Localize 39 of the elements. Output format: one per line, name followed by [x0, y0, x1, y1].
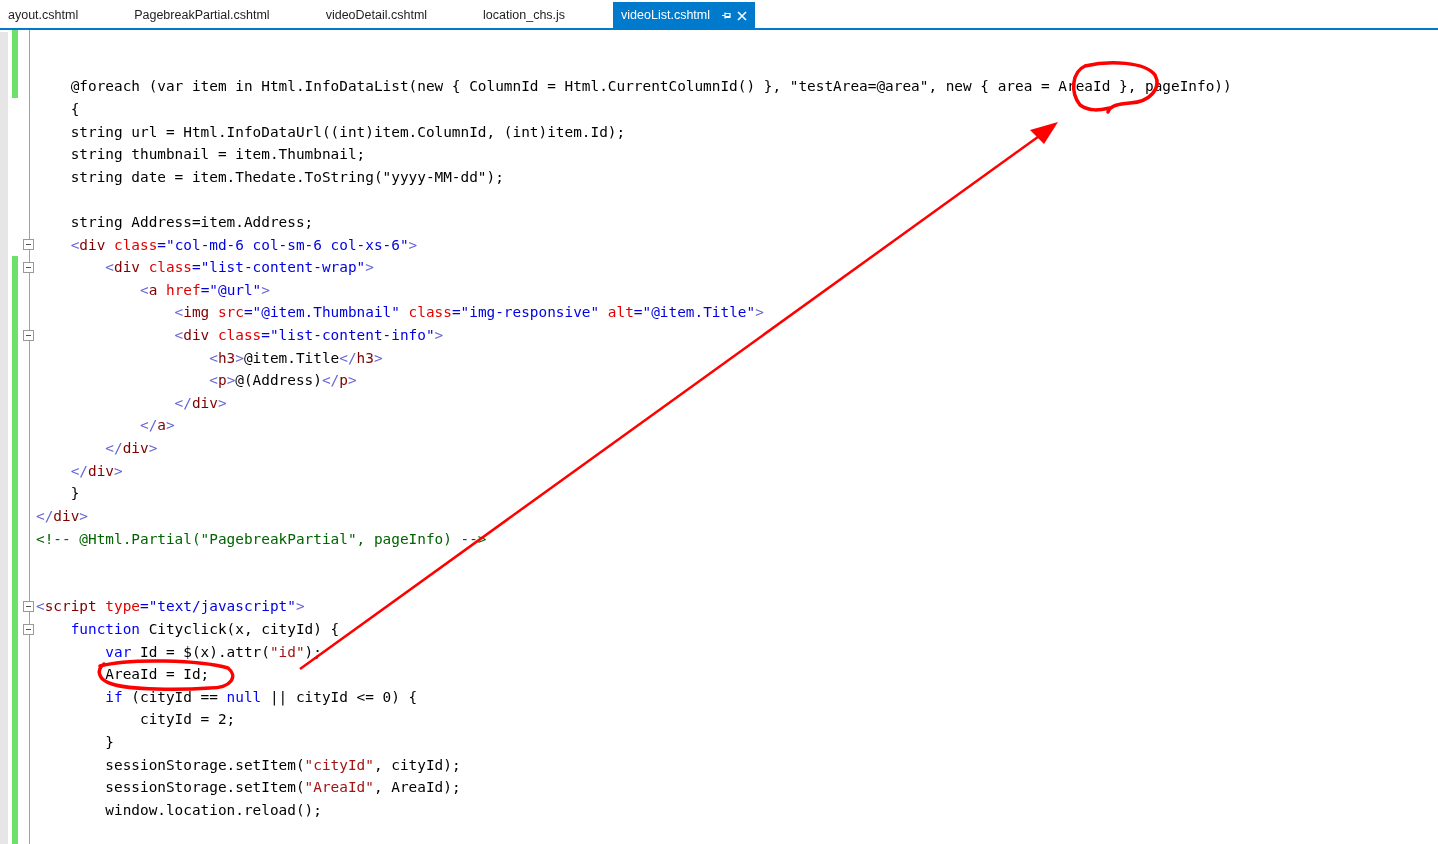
code-line: </div>	[36, 508, 88, 524]
code-line: </div>	[173, 395, 227, 411]
code-line: <p>@(Address)</p>	[208, 373, 357, 388]
code-line: </div>	[69, 463, 123, 479]
code-line: window.location.reload();	[104, 802, 322, 818]
code-line: {	[69, 101, 80, 117]
code-line: string date = item.Thedate.ToString("yyyy-MM-dd");	[69, 169, 504, 185]
code-line: <div class="col-md-6 col-sm-6 col-xs-6">	[69, 237, 418, 252]
close-icon[interactable]	[737, 10, 748, 21]
collapse-icon[interactable]	[23, 239, 34, 251]
code-line: cityId = 2;	[138, 712, 236, 727]
code-line: string Address=item.Address;	[69, 214, 314, 230]
code-line: </a>	[138, 418, 175, 433]
code-line: }	[104, 735, 114, 750]
document-tab[interactable]: ayout.cshtml	[0, 2, 87, 28]
collapse-icon[interactable]	[23, 623, 34, 635]
code-line: if (cityId == null || cityId <= 0) {	[104, 689, 418, 705]
code-line: <div class="list-content-wrap">	[104, 260, 374, 275]
collapse-icon[interactable]	[23, 601, 34, 613]
document-tab[interactable]: PagebreakPartial.cshtml	[126, 2, 278, 28]
code-line: <a href="@url">	[138, 282, 270, 298]
code-line: <h3>@item.Title</h3>	[208, 350, 383, 366]
code-line: sessionStorage.setItem("AreaId", AreaId);	[104, 780, 461, 795]
collapse-icon[interactable]	[23, 329, 34, 341]
code-line: <img src="@item.Thumbnail" class="img-responsive" alt="@item.Title">	[173, 305, 764, 320]
code-line: <div class="list-content-info">	[173, 328, 444, 343]
document-tab[interactable]: videoList.cshtml	[613, 2, 756, 28]
collapse-icon[interactable]	[23, 262, 34, 274]
pin-icon[interactable]	[722, 11, 732, 21]
code-line: function Cityclick(x, cityId) {	[69, 621, 340, 637]
code-line: string thumbnail = item.Thumbnail;	[69, 147, 366, 162]
code-line: }	[69, 486, 80, 501]
code-line: AreaId = Id;	[104, 667, 210, 682]
code-line: sessionStorage.setItem("cityId", cityId);	[104, 757, 461, 772]
document-tab[interactable]: videoDetail.cshtml	[317, 2, 436, 28]
code-line: string url = Html.InfoDataUrl((int)item.ColumnId, (int)item.Id);	[69, 124, 626, 139]
code-line: </div>	[104, 441, 158, 456]
code-line: <script type="text/javascript">	[36, 599, 305, 614]
document-tab[interactable]: location_chs.js	[475, 2, 574, 28]
